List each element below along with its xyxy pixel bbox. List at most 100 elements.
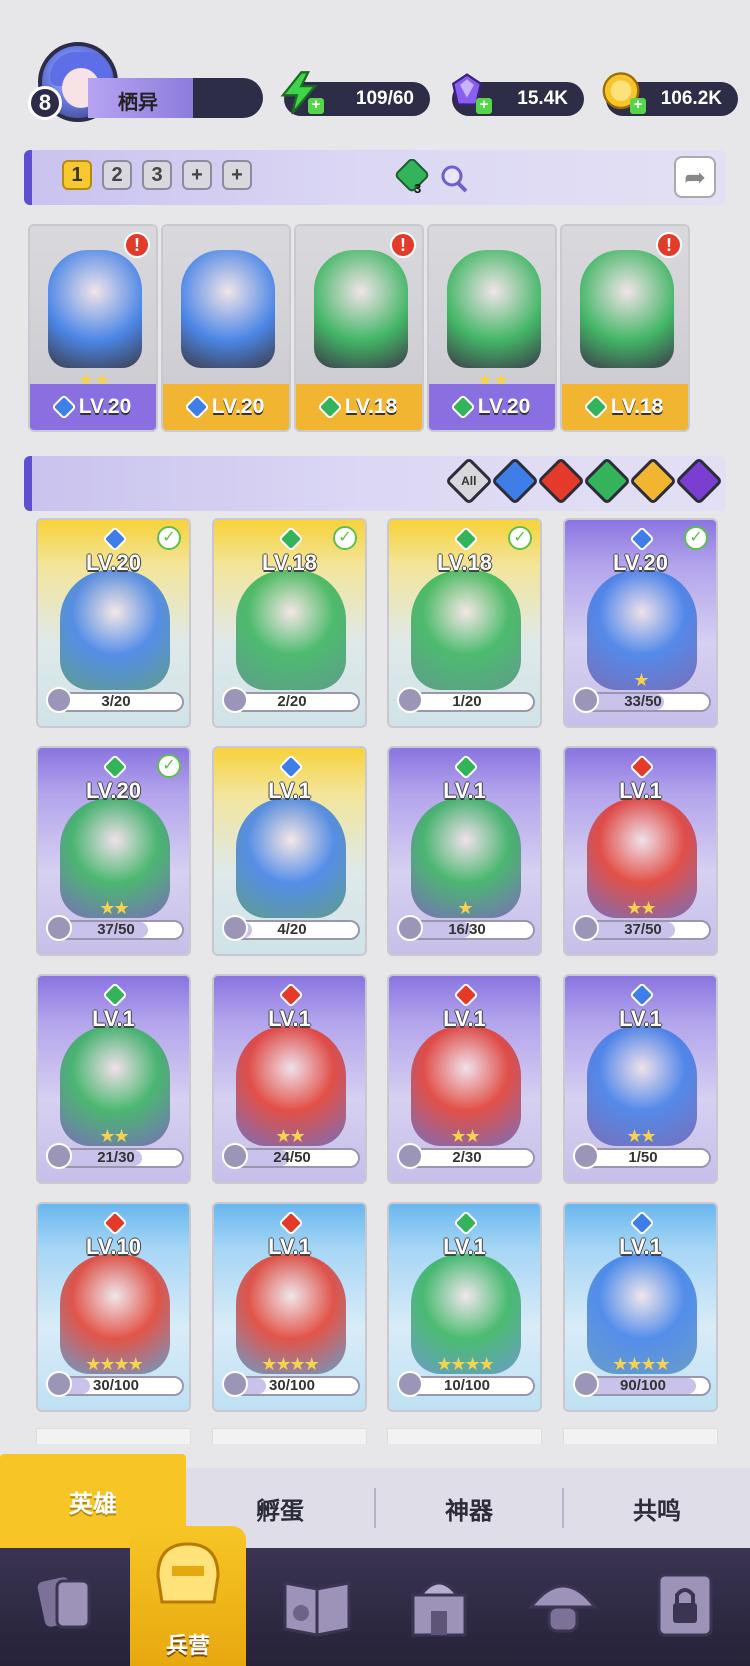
- hero-shard-progress: 2/20: [222, 687, 360, 713]
- magnifier-icon: [441, 165, 468, 193]
- hero-level: LV.20: [612, 550, 669, 575]
- hero-portrait: [60, 570, 170, 690]
- bottom-nav: [0, 1548, 750, 1666]
- hero-card[interactable]: ✓ LV.20 3/20: [36, 518, 191, 728]
- hero-card[interactable]: LV.1 ★★ 24/50: [212, 974, 367, 1184]
- book-icon: [283, 1581, 351, 1637]
- check-icon: ✓: [333, 526, 357, 550]
- hero-level: LV.1: [268, 1006, 311, 1031]
- hero-level: LV.1: [268, 778, 311, 803]
- nature-element-icon: [582, 394, 609, 420]
- check-icon: ✓: [157, 526, 181, 550]
- hero-shard-progress: 21/30: [46, 1143, 184, 1169]
- hero-level: LV.1: [268, 1234, 311, 1259]
- player-name-pill[interactable]: 栖异: [88, 78, 263, 118]
- hero-card[interactable]: LV.1 ★★ 2/30: [387, 974, 542, 1184]
- energy-plus-icon[interactable]: +: [308, 97, 324, 114]
- hero-card[interactable]: LV.1 ★★ 37/50: [563, 746, 718, 956]
- hero-shard-progress: 24/50: [222, 1143, 360, 1169]
- castle-icon: [411, 1581, 467, 1637]
- squad-level-bar: LV.18: [296, 384, 422, 430]
- hero-portrait: [447, 250, 541, 368]
- top-bar: 8 栖异 + 109/60 + 15.4K + 106.2K: [0, 0, 750, 140]
- hero-shard-progress: 10/100: [397, 1371, 535, 1397]
- tab-resonance[interactable]: 共鸣: [564, 1468, 750, 1548]
- hero-shard-progress: 30/100: [222, 1371, 360, 1397]
- nav-locked[interactable]: [642, 1560, 728, 1650]
- coin-counter[interactable]: + 106.2K: [602, 72, 738, 116]
- squad-hero-card[interactable]: ! ★★ LV.20: [28, 224, 158, 432]
- water-element-icon: [50, 394, 77, 420]
- team-tab-2[interactable]: 2: [102, 160, 132, 190]
- hero-shard-progress: 90/100: [573, 1371, 711, 1397]
- hero-card[interactable]: ✓ LV.18 1/20: [387, 518, 542, 728]
- filter-light-icon[interactable]: [628, 456, 678, 506]
- hero-portrait: [236, 570, 346, 690]
- shard-icon: [573, 1143, 599, 1169]
- squad-level-bar: LV.18: [562, 384, 688, 430]
- hero-shard-progress: 30/100: [46, 1371, 184, 1397]
- shard-icon: [573, 687, 599, 713]
- gem-counter[interactable]: + 15.4K: [451, 73, 584, 116]
- nav-mushroom[interactable]: [520, 1560, 606, 1650]
- hero-card[interactable]: LV.1 ★★★★ 10/100: [387, 1202, 542, 1412]
- hero-level: LV.1: [92, 1006, 135, 1031]
- energy-counter[interactable]: + 109/60: [280, 71, 430, 116]
- squad-level-bar: LV.20: [30, 384, 156, 430]
- filter-nature-icon[interactable]: [582, 456, 632, 506]
- nav-cards[interactable]: [24, 1560, 110, 1650]
- nature-element-icon: [316, 394, 343, 420]
- nav-book[interactable]: [274, 1560, 360, 1650]
- hero-level: LV.1: [443, 1234, 486, 1259]
- squad-hero-card[interactable]: ! LV.18: [560, 224, 690, 432]
- shard-icon: [397, 1371, 423, 1397]
- filter-all[interactable]: All: [444, 456, 494, 506]
- squad-hero-card[interactable]: ! LV.18: [294, 224, 424, 432]
- nav-barracks[interactable]: 兵营: [130, 1526, 246, 1666]
- team-tab-add-1[interactable]: +: [182, 160, 212, 190]
- hero-portrait: [236, 798, 346, 918]
- barracks-helmet-icon: [156, 1542, 220, 1604]
- hero-level: LV.10: [85, 1234, 142, 1259]
- hero-card[interactable]: LV.1 4/20: [212, 746, 367, 956]
- hero-card[interactable]: ✓ LV.18 2/20: [212, 518, 367, 728]
- share-button[interactable]: ➦: [674, 156, 716, 198]
- team-synergy[interactable]: 3: [394, 158, 474, 197]
- nav-castle[interactable]: [396, 1560, 482, 1650]
- nature-element-icon: 3: [395, 158, 429, 196]
- squad-hero-card[interactable]: ★★ LV.20: [427, 224, 557, 432]
- alert-icon: !: [124, 232, 150, 258]
- hero-shard-progress: 1/50: [573, 1143, 711, 1169]
- hero-card[interactable]: LV.1 ★★★★ 30/100: [212, 1202, 367, 1412]
- filter-dark-icon[interactable]: [674, 456, 724, 506]
- squad-hero-level: LV.20: [78, 395, 132, 418]
- hero-card[interactable]: LV.1 ★★ 21/30: [36, 974, 191, 1184]
- filter-fire-icon[interactable]: [536, 456, 586, 506]
- tab-artifacts[interactable]: 神器: [376, 1468, 562, 1548]
- hero-card[interactable]: LV.1 ★★★★ 90/100: [563, 1202, 718, 1412]
- hero-shard-progress: 37/50: [573, 915, 711, 941]
- hero-grid-next-row: [36, 1428, 726, 1444]
- alert-icon: !: [656, 232, 682, 258]
- player-name: 栖异: [118, 92, 158, 114]
- team-tab-1[interactable]: 1: [62, 160, 92, 190]
- team-badge-count: 3: [414, 181, 421, 196]
- filter-water-icon[interactable]: [490, 456, 540, 506]
- hero-level: LV.20: [85, 550, 142, 575]
- shard-icon: [46, 1143, 72, 1169]
- hero-card[interactable]: LV.1 ★★ 1/50: [563, 974, 718, 1184]
- hero-portrait: [48, 250, 142, 368]
- hero-card[interactable]: ✓ LV.20 ★ 33/50: [563, 518, 718, 728]
- hero-level: LV.1: [619, 1006, 662, 1031]
- hero-level: LV.18: [436, 550, 493, 575]
- hero-card[interactable]: LV.10 ★★★★ 30/100: [36, 1202, 191, 1412]
- squad-hero-card[interactable]: LV.20: [161, 224, 291, 432]
- hero-subtabs: 英雄 孵蛋 神器 共鸣: [0, 1454, 750, 1548]
- team-tab-add-2[interactable]: +: [222, 160, 252, 190]
- hero-card[interactable]: LV.1 ★ 16/30: [387, 746, 542, 956]
- gem-plus-icon[interactable]: +: [476, 97, 492, 114]
- coin-plus-icon[interactable]: +: [630, 97, 646, 114]
- shard-icon: [573, 1371, 599, 1397]
- hero-card[interactable]: ✓ LV.20 ★★ 37/50: [36, 746, 191, 956]
- team-tab-3[interactable]: 3: [142, 160, 172, 190]
